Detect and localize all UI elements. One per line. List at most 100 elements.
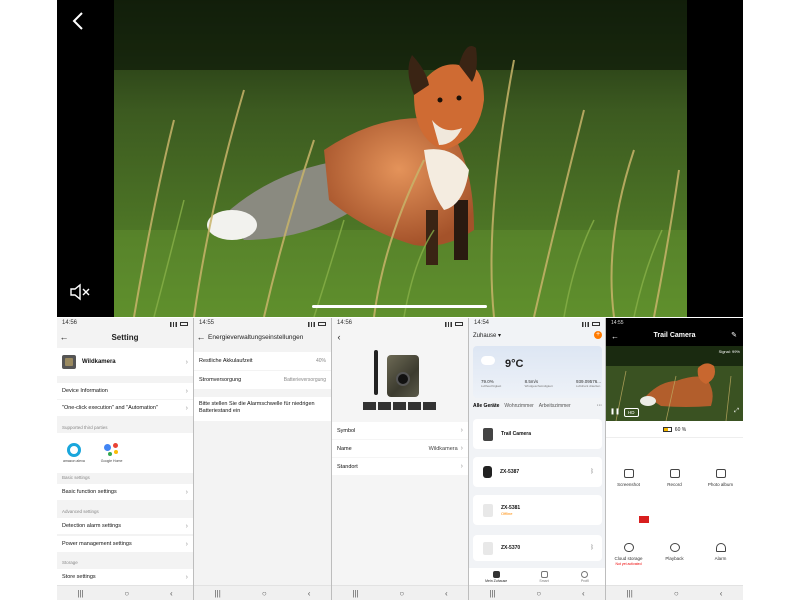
back-button[interactable]: ‹ — [308, 589, 311, 598]
more-icon[interactable]: ··· — [597, 403, 602, 409]
power-supply-row[interactable]: Stromversorgung Batterieversorgung — [194, 371, 331, 389]
weather-card: 9°C 79.0% Luftfeuchtigkeit 8.5m/s Windgesc… — [473, 346, 602, 398]
device-name: ZX-5387 — [500, 469, 520, 475]
low-battery-threshold-row[interactable]: Bitte stellen Sie die Alarmschwelle für … — [194, 397, 331, 421]
camera-icon — [62, 355, 76, 369]
trail-camera-image — [357, 350, 447, 420]
row-label: Device Information — [62, 388, 108, 394]
recent-apps-button[interactable]: ||| — [489, 589, 495, 598]
third-party-assistants: amazon alexa Google Home — [57, 433, 193, 473]
back-arrow-icon[interactable] — [69, 10, 89, 32]
video-camera-icon — [669, 469, 680, 478]
offline-badge: Offline — [501, 510, 513, 516]
alarm-button[interactable]: Alarm — [698, 543, 743, 561]
page-title: Setting — [111, 332, 139, 342]
row-label: Stromversorgung — [199, 377, 242, 383]
location-row[interactable]: Standort › — [332, 458, 468, 475]
tab-study[interactable]: Arbeitszimmer — [539, 403, 571, 409]
home-selector[interactable]: Zuhause ▾ — [473, 332, 501, 339]
home-icon — [492, 571, 500, 578]
home-button[interactable]: ○ — [124, 589, 129, 598]
battery-icon — [180, 322, 188, 326]
promo-badge-icon — [639, 516, 649, 523]
store-settings-row[interactable]: Store settings › — [57, 569, 193, 585]
screenshot-button[interactable]: Screenshot — [606, 469, 651, 487]
device-card-zx5387[interactable]: ZX-5387 ᛒ — [473, 457, 602, 487]
one-click-row[interactable]: "One-click execution" and "Automation" › — [57, 400, 193, 416]
speaker-muted-icon[interactable] — [69, 282, 91, 302]
fullscreen-icon[interactable]: ⤢ — [734, 408, 739, 415]
device-row[interactable]: Wildkamera › — [57, 348, 193, 376]
back-arrow-icon[interactable]: ← — [57, 332, 71, 342]
status-bar: 14:55 — [194, 318, 331, 328]
add-device-button[interactable]: + — [594, 331, 602, 339]
photo-viewer — [57, 0, 743, 317]
google-home-button[interactable]: Google Home — [101, 443, 122, 463]
alexa-button[interactable]: amazon alexa — [63, 443, 85, 463]
back-arrow-icon[interactable]: ‹ — [332, 332, 346, 342]
tab-my-home[interactable]: Mein Zuhause — [485, 571, 507, 583]
detection-alarm-settings-row[interactable]: Detection alarm settings › — [57, 518, 193, 534]
recent-apps-button[interactable]: ||| — [77, 589, 83, 598]
back-button[interactable]: ‹ — [720, 589, 723, 598]
hd-toggle[interactable]: HD — [624, 408, 639, 417]
recent-apps-button[interactable]: ||| — [215, 589, 221, 598]
antenna — [374, 350, 378, 395]
home-button[interactable]: ○ — [399, 589, 404, 598]
device-card-trail-camera[interactable]: Trail Camera — [473, 419, 602, 449]
pause-icon[interactable]: ❚❚ — [610, 408, 620, 416]
device-card-zx5381[interactable]: ZX-5381 Offline — [473, 495, 602, 525]
signal-icon — [445, 321, 452, 327]
cloud-storage-button[interactable]: Cloud storage Not yet activated — [606, 543, 651, 566]
playback-progress-bar[interactable] — [312, 305, 487, 308]
status-time: 14:55 — [611, 320, 624, 326]
playback-button[interactable]: Playback — [652, 543, 697, 561]
row-label: Power management settings — [62, 541, 132, 547]
back-button[interactable]: ‹ — [582, 589, 585, 598]
page: 14:56 ← Setting Wildkamera › Device Info… — [0, 0, 800, 600]
battery-percent: 60 % — [674, 426, 687, 433]
fox-photo — [114, 0, 687, 317]
bell-icon — [715, 543, 726, 552]
recent-apps-button[interactable]: ||| — [627, 589, 633, 598]
chevron-right-icon: › — [185, 404, 188, 412]
row-label: Name — [337, 445, 352, 452]
record-button[interactable]: Record — [652, 469, 697, 487]
header: ← Energieverwaltungseinstellungen — [194, 328, 331, 346]
power-management-settings-row[interactable]: Power management settings › — [57, 536, 193, 552]
header: 14:55 ← Trail Camera ✎ — [606, 318, 743, 346]
edit-icon[interactable]: ✎ — [731, 331, 737, 339]
device-name: ZX-5370 — [501, 545, 521, 551]
device-information-row[interactable]: Device Information › — [57, 383, 193, 399]
photo-album-button[interactable]: Photo album — [698, 469, 743, 487]
tab-living-room[interactable]: Wohnzimmer — [504, 403, 533, 409]
tab-smart[interactable]: Smart — [539, 571, 549, 583]
camera-icon — [483, 427, 493, 441]
recent-apps-button[interactable]: ||| — [352, 589, 358, 598]
back-button[interactable]: ‹ — [445, 589, 448, 598]
image-icon — [715, 469, 726, 478]
home-button[interactable]: ○ — [674, 589, 679, 598]
section-label: Supported third parties — [62, 425, 108, 430]
back-arrow-icon[interactable]: ← — [194, 332, 208, 342]
home-button[interactable]: ○ — [262, 589, 267, 598]
symbol-row[interactable]: Symbol › — [332, 422, 468, 439]
row-label: Standort — [337, 463, 358, 470]
name-row[interactable]: Name Wildkamera › — [332, 440, 468, 457]
row-note: Bitte stellen Sie die Alarmschwelle für … — [199, 401, 315, 415]
back-button[interactable]: ‹ — [170, 589, 173, 598]
camera-icon — [623, 469, 634, 478]
tab-all-devices[interactable]: Alle Geräte — [473, 403, 499, 409]
device-card-zx5370[interactable]: ZX-5370 ᛒ — [473, 535, 602, 561]
section-label: Basic settings — [62, 475, 90, 480]
live-video-view[interactable]: Signal: 99% ❚❚ HD ⤢ — [606, 346, 743, 421]
status-time: 14:56 — [62, 320, 78, 326]
chevron-right-icon: › — [460, 445, 463, 452]
basic-function-settings-row[interactable]: Basic function settings › — [57, 484, 193, 500]
status-time: 14:54 — [474, 320, 490, 326]
chevron-right-icon: › — [185, 573, 188, 581]
status-time: 14:55 — [199, 320, 215, 326]
play-icon — [669, 543, 680, 552]
home-button[interactable]: ○ — [536, 589, 541, 598]
tab-profile[interactable]: Profil — [581, 571, 589, 583]
